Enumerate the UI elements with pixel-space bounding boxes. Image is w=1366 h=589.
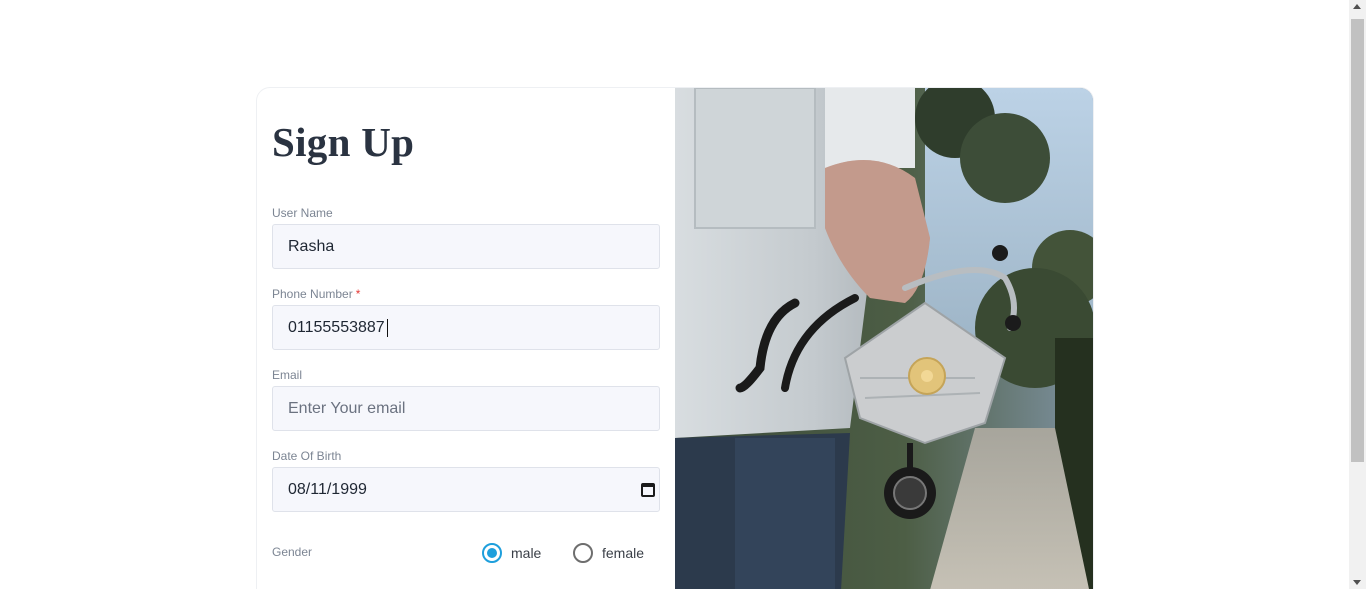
username-label: User Name <box>272 206 333 220</box>
required-mark: * <box>355 287 361 301</box>
dob-field: Date Of Birth <box>272 448 660 512</box>
doctor-photo-illustration <box>675 88 1093 589</box>
gender-label: Gender <box>272 545 313 559</box>
username-input-box <box>272 224 660 269</box>
calendar-icon[interactable] <box>641 483 655 497</box>
username-field: User Name <box>272 205 660 269</box>
scroll-up-icon[interactable] <box>1353 4 1361 9</box>
doctor-photo <box>675 88 1093 589</box>
gender-option-female[interactable]: female <box>573 542 663 564</box>
gender-option-male[interactable]: male <box>482 542 562 564</box>
phone-label-text: Phone Number <box>272 287 353 301</box>
phone-input-box <box>272 305 660 350</box>
female-radio-label: female <box>602 545 645 561</box>
email-field: Email <box>272 367 660 431</box>
dob-label: Date Of Birth <box>272 449 342 463</box>
text-caret <box>387 319 388 337</box>
email-input-box <box>272 386 660 431</box>
scrollbar-thumb[interactable] <box>1351 19 1364 462</box>
male-radio-label: male <box>511 545 542 561</box>
phone-field: Phone Number * <box>272 286 660 350</box>
phone-label: Phone Number * <box>272 286 660 302</box>
dob-input-box <box>272 467 660 512</box>
email-input[interactable] <box>273 387 659 430</box>
page: Sign Up User Name Phone Number* Email <box>0 0 1366 589</box>
username-input[interactable] <box>273 225 659 268</box>
phone-input[interactable] <box>273 306 659 349</box>
page-title: Sign Up <box>272 119 415 165</box>
signup-card: Sign Up User Name Phone Number* Email <box>256 87 1094 589</box>
gender-field: Gender male female <box>272 540 660 566</box>
page-scrollbar[interactable] <box>1349 0 1366 589</box>
scroll-down-icon[interactable] <box>1353 580 1361 585</box>
male-radio[interactable] <box>482 543 502 563</box>
dob-input[interactable] <box>273 468 659 511</box>
signup-form: Sign Up User Name Phone Number* Email <box>257 88 675 589</box>
female-radio[interactable] <box>573 543 593 563</box>
email-label: Email <box>272 368 303 382</box>
